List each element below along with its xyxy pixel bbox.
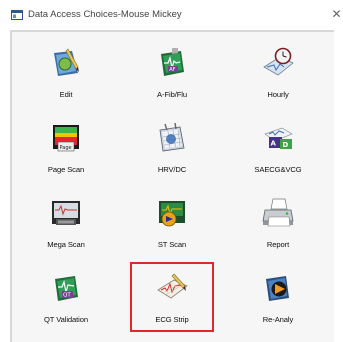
tile-afib-flu[interactable]: AF A-Fib/Flu [130, 37, 214, 107]
tile-label: SAECG&VCG [254, 165, 302, 174]
svg-text:D: D [283, 141, 289, 149]
close-button[interactable]: ✕ [330, 6, 343, 22]
tile-mega-scan[interactable]: Mega Scan [24, 187, 108, 257]
tile-page-scan[interactable]: Page Page Scan [24, 112, 108, 182]
tile-reanaly[interactable]: Re-Analy [236, 262, 320, 332]
window-title: Data Access Choices-Mouse Mickey [28, 9, 182, 20]
tile-hrv-dc[interactable]: HRV/DC [130, 112, 214, 182]
reanalyze-icon [266, 276, 289, 301]
title-bar: Data Access Choices-Mouse Mickey ✕ [0, 0, 343, 30]
tile-ecg-strip[interactable]: ECG Strip [130, 262, 214, 332]
tile-label: QT Validation [43, 315, 88, 324]
svg-text:A: A [271, 140, 277, 148]
choices-panel: Edit AF A-Fib/Flu Hourly Page Page Scan … [10, 30, 334, 342]
tile-label: Report [266, 240, 290, 249]
svg-text:QT: QT [63, 293, 71, 299]
svg-text:AF: AF [169, 67, 175, 73]
tile-label: ST Scan [157, 240, 187, 249]
hrv-calendar-icon [159, 122, 185, 152]
mega-scan-icon [52, 201, 80, 225]
svg-text:Page: Page [60, 145, 72, 151]
saecg-vcg-icon: A D [264, 127, 293, 149]
tile-report[interactable]: Report [236, 187, 320, 257]
tile-label: Re-Analy [262, 315, 294, 324]
tile-label: HRV/DC [157, 165, 187, 174]
tile-label: ECG Strip [155, 315, 189, 324]
ecg-strip-icon [157, 273, 188, 299]
afib-book-icon: AF [161, 48, 184, 76]
tile-saecg-vcg[interactable]: A D SAECG&VCG [236, 112, 320, 182]
tile-st-scan[interactable]: ST Scan [130, 187, 214, 257]
tile-label: Hourly [267, 90, 289, 99]
qt-validation-icon: QT [55, 276, 78, 301]
edit-pencil-icon [54, 48, 79, 76]
hourly-clock-icon [263, 47, 294, 76]
page-scan-icon: Page [53, 125, 79, 152]
tile-label: A-Fib/Flu [157, 90, 187, 99]
tile-edit[interactable]: Edit [24, 37, 108, 107]
tile-hourly[interactable]: Hourly [236, 37, 320, 107]
tile-qt-validation[interactable]: QT QT Validation [24, 262, 108, 332]
tile-label: Mega Scan [47, 240, 85, 249]
app-window-icon [11, 10, 23, 20]
st-scan-icon [159, 201, 185, 227]
tile-label: Edit [59, 90, 73, 99]
dialog-window: Data Access Choices-Mouse Mickey ✕ Edit … [0, 0, 343, 342]
tile-label: Page Scan [47, 165, 85, 174]
printer-icon [262, 198, 294, 227]
